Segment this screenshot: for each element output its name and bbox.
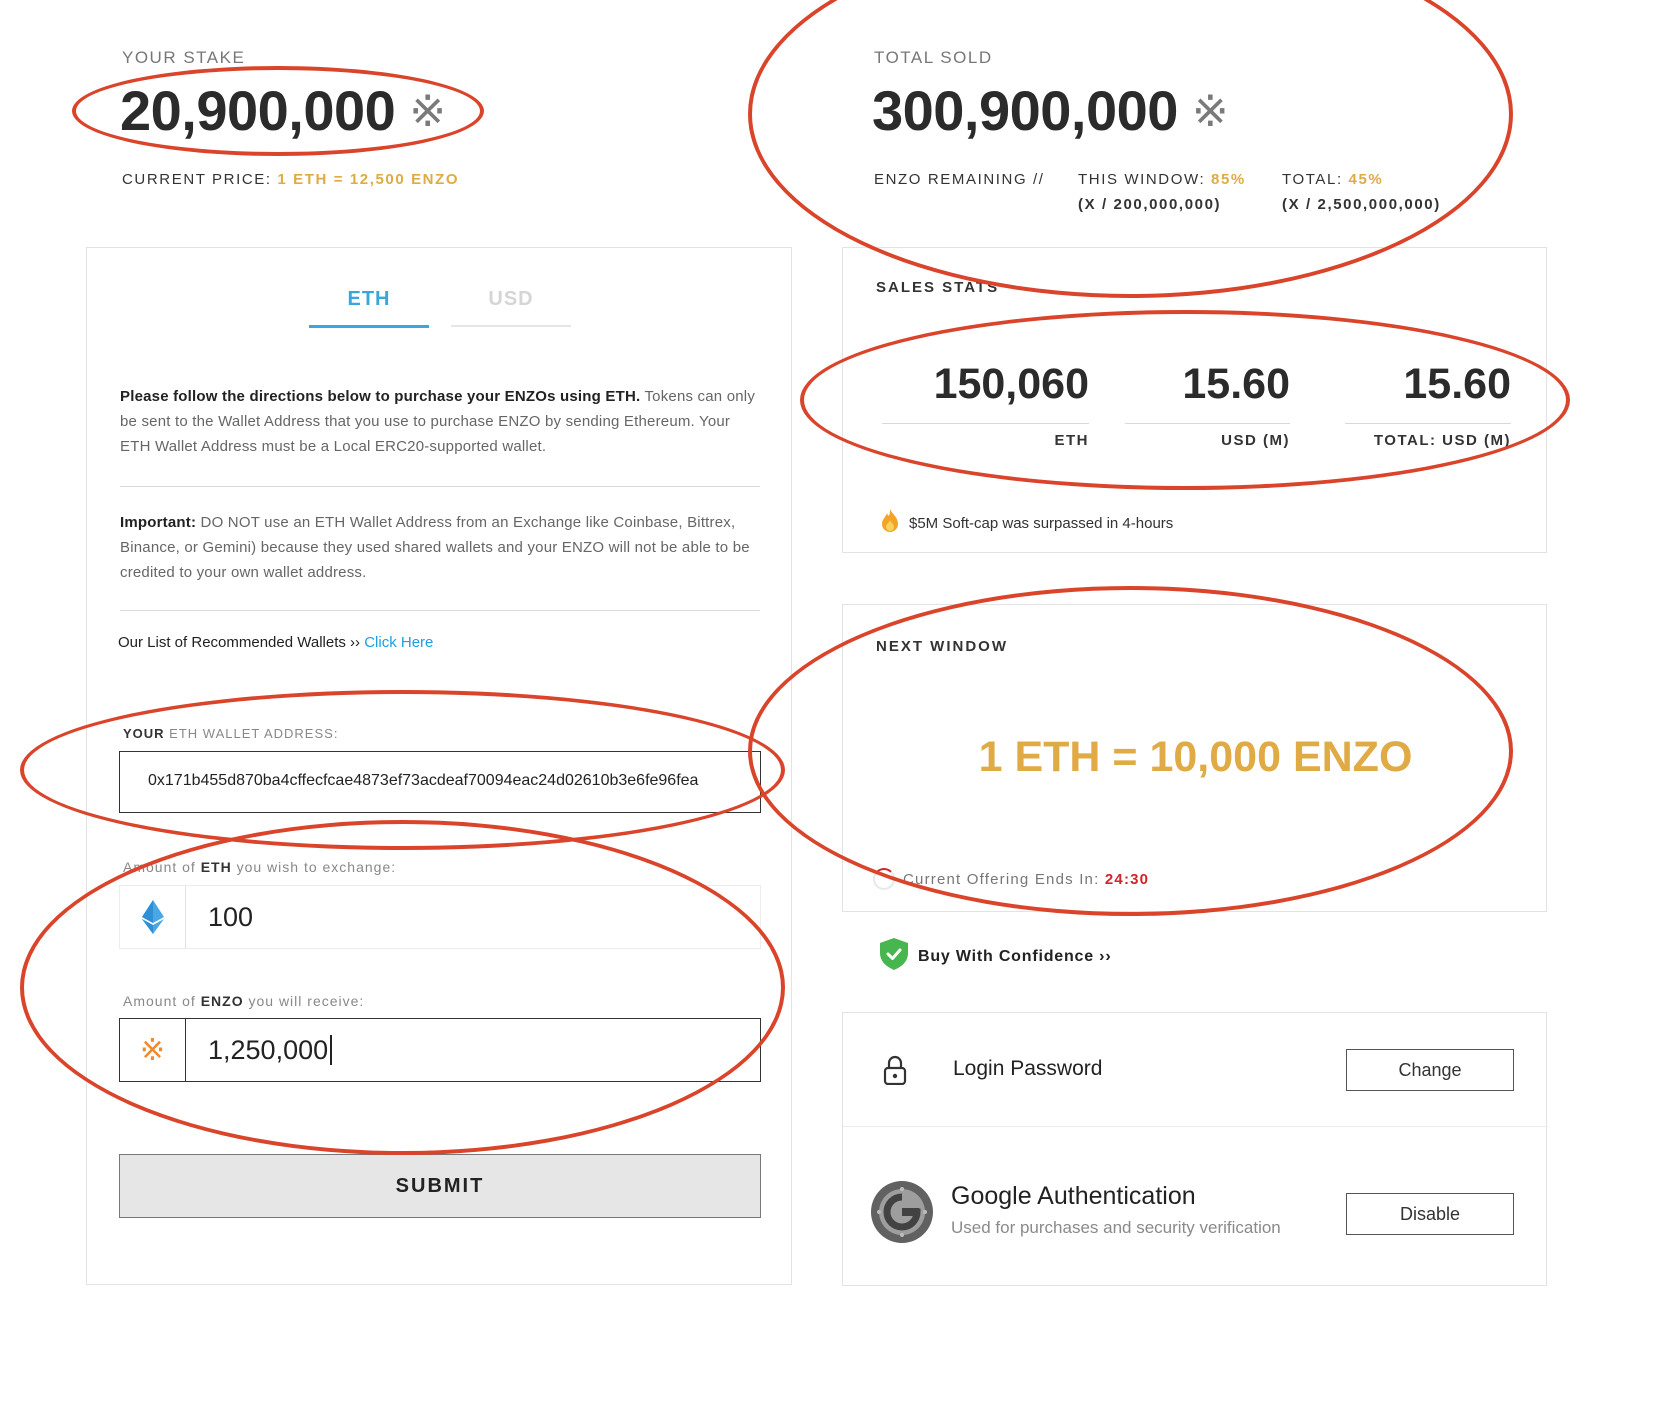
- change-password-button[interactable]: Change: [1346, 1049, 1514, 1091]
- fire-icon: [881, 509, 899, 532]
- divider: [120, 610, 760, 611]
- wallet-address-label: YOUR ETH WALLET ADDRESS:: [123, 726, 338, 741]
- wallet-address-value: 0x171b455d870ba4cffecfcae4873ef73acdeaf7…: [148, 772, 699, 789]
- important-note: Important: DO NOT use an ETH Wallet Addr…: [120, 510, 760, 585]
- enzo-remaining-label: ENZO REMAINING //: [874, 171, 1045, 188]
- eth-amount-input[interactable]: 100: [119, 885, 761, 949]
- total-remaining-label: TOTAL:: [1282, 171, 1343, 188]
- ethereum-icon: [120, 886, 186, 948]
- total-remaining-stat: TOTAL: 45%: [1282, 171, 1383, 188]
- buy-confidence-link[interactable]: Buy With Confidence ››: [880, 938, 1111, 970]
- disable-2fa-button[interactable]: Disable: [1346, 1193, 1514, 1235]
- softcap-text: $5M Soft-cap was surpassed in 4-hours: [909, 515, 1174, 532]
- eth-amount-value: 100: [208, 902, 254, 932]
- current-price: CURRENT PRICE: 1 ETH = 12,500 ENZO: [122, 171, 459, 188]
- enzo-token-icon: ※: [1191, 87, 1229, 136]
- stake-value: 20,900,000: [120, 79, 396, 142]
- stat-eth-value: 150,060: [933, 360, 1089, 408]
- tab-usd[interactable]: USD: [451, 288, 571, 327]
- this-window-label: THIS WINDOW:: [1078, 171, 1206, 188]
- recommended-wallets-text: Our List of Recommended Wallets ››: [118, 634, 365, 651]
- purchase-instructions: Please follow the directions below to pu…: [120, 384, 760, 459]
- submit-button[interactable]: SUBMIT: [119, 1154, 761, 1218]
- next-window-rate: 1 ETH = 10,000 ENZO: [978, 733, 1413, 781]
- buy-confidence-label: Buy With Confidence ››: [918, 948, 1112, 965]
- wallet-label-rest: ETH WALLET ADDRESS:: [164, 726, 339, 741]
- stat-divider: [882, 423, 1089, 424]
- recommended-wallets-link[interactable]: Click Here: [364, 634, 433, 651]
- login-password-label: Login Password: [953, 1057, 1103, 1080]
- total-sold-value: 300,900,000: [872, 79, 1178, 142]
- shield-check-icon: [880, 938, 908, 970]
- wallet-address-input[interactable]: 0x171b455d870ba4cffecfcae4873ef73acdeaf7…: [119, 751, 761, 813]
- countdown-value: 24:30: [1104, 871, 1150, 888]
- enzo-amount-label: Amount of ENZO you will receive:: [123, 993, 364, 1009]
- sales-stats-title: SALES STATS: [876, 279, 1000, 296]
- this-window-pct: 85%: [1211, 171, 1246, 188]
- stat-total-unit: TOTAL: USD (M): [1373, 432, 1511, 449]
- stat-eth-unit: ETH: [1054, 432, 1089, 449]
- total-sold-label: TOTAL SOLD: [874, 48, 993, 67]
- purchase-card: ETH USD Please follow the directions bel…: [86, 247, 792, 1285]
- instructions-bold: Please follow the directions below to pu…: [120, 388, 641, 405]
- enzo-label-pre: Amount of: [123, 993, 201, 1009]
- total-sold-row: 300,900,000 ※: [872, 78, 1229, 143]
- eth-label-post: you wish to exchange:: [231, 859, 397, 875]
- total-remaining-sub: (X / 2,500,000,000): [1282, 196, 1441, 213]
- enzo-amount-value: 1,250,000: [208, 1035, 340, 1066]
- stake-label: YOUR STAKE: [122, 48, 246, 67]
- countdown-label: Current Offering Ends In:: [903, 871, 1100, 888]
- current-price-label: CURRENT PRICE:: [122, 171, 272, 188]
- this-window-stat: THIS WINDOW: 85%: [1078, 171, 1246, 188]
- enzo-amount-input[interactable]: ※ 1,250,000: [119, 1018, 761, 1082]
- enzo-label-bold: ENZO: [200, 993, 244, 1009]
- offering-countdown: Current Offering Ends In: 24:30: [873, 868, 1149, 890]
- current-price-value: 1 ETH = 12,500 ENZO: [277, 171, 460, 188]
- stat-usd-value: 15.60: [1182, 360, 1290, 408]
- wallet-label-bold: YOUR: [123, 726, 165, 741]
- divider: [843, 1126, 1548, 1127]
- stat-usd-unit: USD (M): [1221, 432, 1290, 449]
- google-auth-title: Google Authentication: [951, 1182, 1196, 1210]
- countdown-icon: [873, 868, 895, 890]
- stat-divider: [1125, 423, 1290, 424]
- enzo-token-icon: ※: [120, 1019, 186, 1081]
- tab-eth[interactable]: ETH: [309, 288, 429, 328]
- this-window-sub: (X / 200,000,000): [1078, 196, 1222, 213]
- eth-amount-label: Amount of ETH you wish to exchange:: [123, 859, 396, 875]
- divider: [120, 486, 760, 487]
- enzo-token-icon: ※: [409, 87, 447, 136]
- google-auth-subtitle: Used for purchases and security verifica…: [951, 1218, 1281, 1237]
- total-remaining-pct: 45%: [1348, 171, 1384, 188]
- security-card: Login Password Change Google Authenticat…: [842, 1012, 1548, 1286]
- text-cursor: [330, 1035, 340, 1065]
- next-window-card: NEXT WINDOW 1 ETH = 10,000 ENZO Current …: [842, 604, 1547, 912]
- softcap-note: $5M Soft-cap was surpassed in 4-hours: [881, 509, 1173, 532]
- important-text: DO NOT use an ETH Wallet Address from an…: [120, 514, 750, 581]
- enzo-amount-text: 1,250,000: [208, 1035, 329, 1065]
- recommended-wallets: Our List of Recommended Wallets ›› Click…: [118, 634, 433, 651]
- next-window-title: NEXT WINDOW: [876, 638, 1008, 655]
- stat-divider: [1345, 423, 1511, 424]
- sales-stats-card: SALES STATS 150,060 ETH 15.60 USD (M) 15…: [842, 247, 1547, 553]
- enzo-label-post: you will receive:: [243, 993, 365, 1009]
- important-label: Important:: [120, 514, 197, 531]
- lock-icon: [883, 1055, 907, 1090]
- eth-label-pre: Amount of: [123, 859, 201, 875]
- stake-value-row: 20,900,000 ※: [120, 78, 446, 143]
- eth-label-bold: ETH: [200, 859, 232, 875]
- google-authenticator-icon: [871, 1181, 933, 1248]
- stat-total-value: 15.60: [1403, 360, 1511, 408]
